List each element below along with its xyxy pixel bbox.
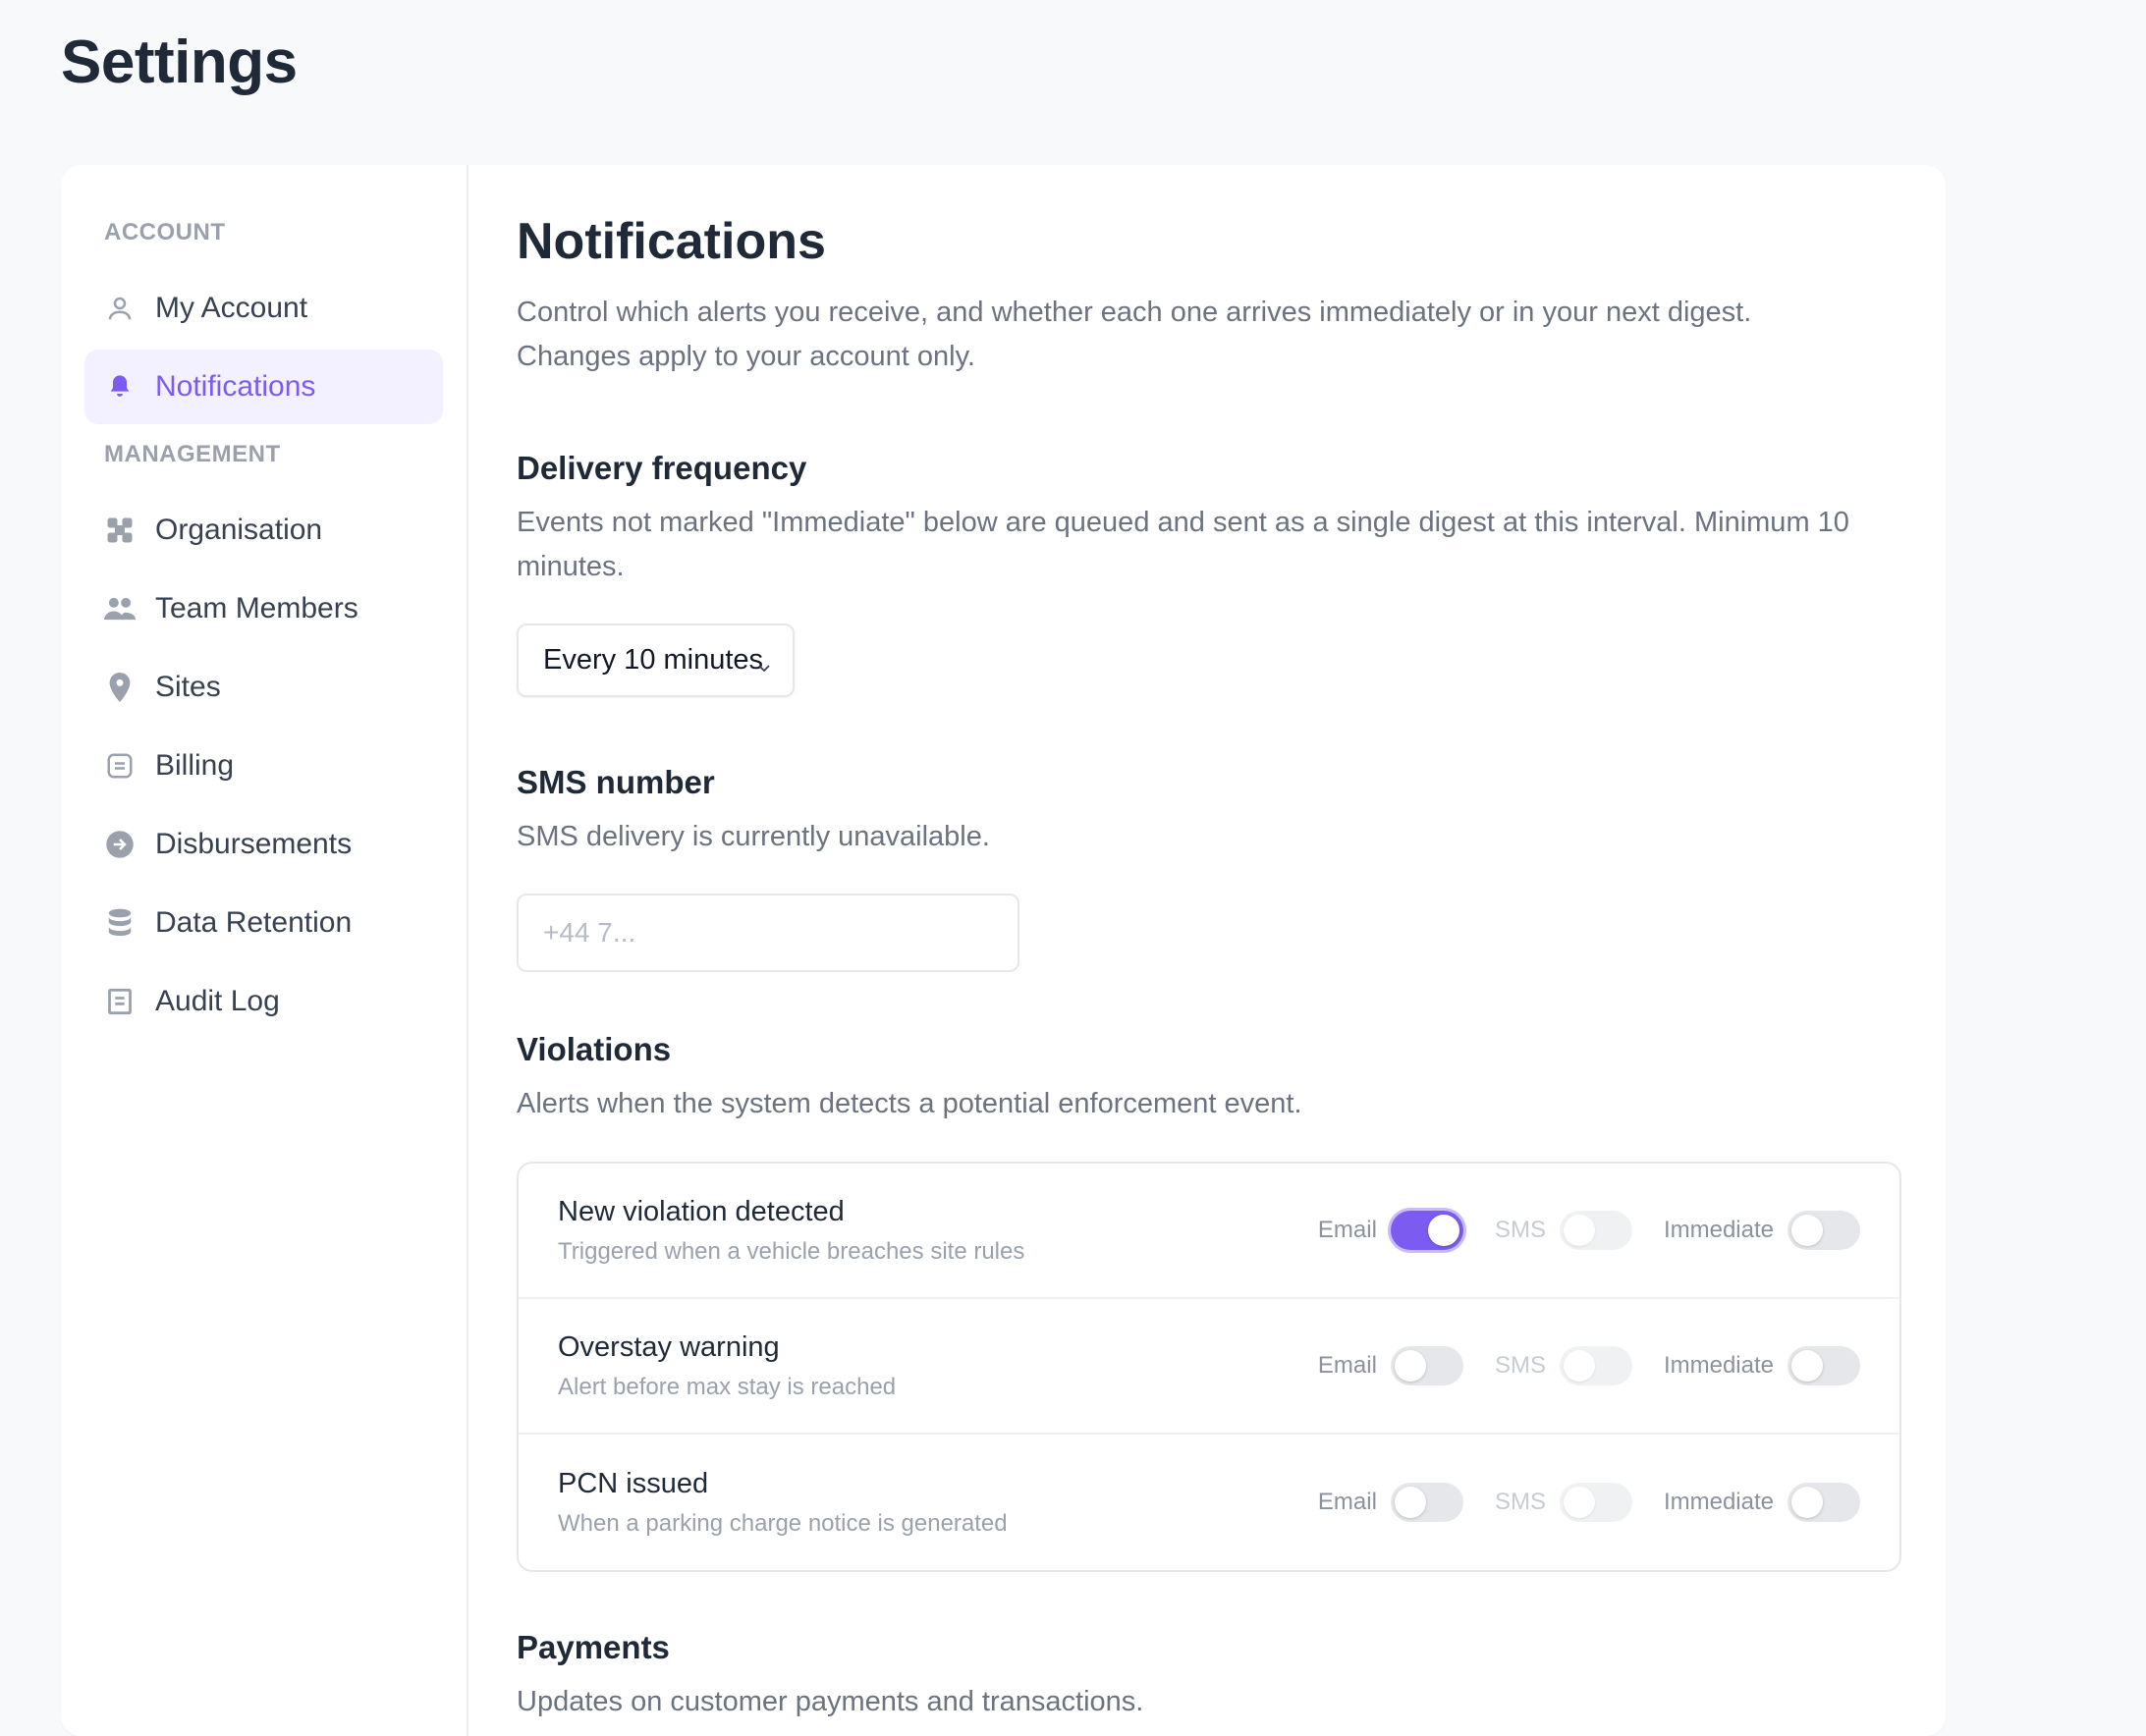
sms-number-description: SMS delivery is currently unavailable.	[517, 821, 990, 852]
arrow-circle-icon	[104, 829, 136, 860]
row-title: PCN issued	[558, 1467, 709, 1499]
document-icon	[104, 986, 136, 1017]
organisation-icon	[104, 515, 136, 546]
settings-sidebar: ACCOUNT My Account Notifications MANAGEM…	[61, 165, 468, 1736]
sms-toggle[interactable]	[1559, 1483, 1632, 1522]
table-row: PCN issued When a parking charge notice …	[519, 1435, 1899, 1570]
sms-toggle-label: SMS	[1494, 1489, 1546, 1515]
email-toggle[interactable]	[1390, 1346, 1463, 1385]
settings-card: ACCOUNT My Account Notifications MANAGEM…	[61, 165, 1946, 1736]
violations-heading: Violations	[517, 1031, 672, 1067]
sms-toggle[interactable]	[1559, 1346, 1632, 1385]
intro-text-line-1: Control which alerts you receive, and wh…	[517, 297, 1752, 328]
row-description: Triggered when a vehicle breaches site r…	[558, 1237, 1025, 1265]
sms-number-heading: SMS number	[517, 764, 715, 800]
sidebar-item-label: Organisation	[155, 514, 323, 546]
delivery-frequency-select[interactable]: Every 10 minutes	[517, 624, 795, 697]
violations-description: Alerts when the system detects a potenti…	[517, 1088, 1302, 1119]
sidebar-item-data-retention[interactable]: Data Retention	[84, 886, 443, 960]
immediate-toggle-label: Immediate	[1663, 1352, 1774, 1379]
sidebar-item-disbursements[interactable]: Disbursements	[84, 807, 443, 882]
sidebar-item-label: Sites	[155, 671, 221, 703]
sidebar-item-organisation[interactable]: Organisation	[84, 493, 443, 568]
sms-number-section: SMS number SMS delivery is currently una…	[517, 764, 1911, 972]
violations-section: Violations Alerts when the system detect…	[517, 1031, 1911, 1572]
email-toggle-label: Email	[1317, 1352, 1377, 1379]
billing-icon	[104, 750, 136, 782]
chevron-down-icon	[757, 650, 771, 673]
payments-description: Updates on customer payments and transac…	[517, 1686, 1144, 1717]
sidebar-item-notifications[interactable]: Notifications	[84, 350, 443, 424]
email-toggle[interactable]	[1390, 1483, 1463, 1522]
row-description: Alert before max stay is reached	[558, 1373, 897, 1400]
table-row: New violation detected Triggered when a …	[519, 1164, 1899, 1299]
sms-number-input[interactable]	[517, 894, 1019, 972]
email-toggle[interactable]	[1390, 1211, 1463, 1250]
sidebar-item-team-members[interactable]: Team Members	[84, 571, 443, 646]
delivery-frequency-heading: Delivery frequency	[517, 450, 807, 486]
sidebar-item-audit-log[interactable]: Audit Log	[84, 964, 443, 1039]
immediate-toggle-label: Immediate	[1663, 1217, 1774, 1243]
sms-toggle-label: SMS	[1494, 1352, 1546, 1379]
section-title: Notifications	[517, 213, 826, 270]
sidebar-item-label: Data Retention	[155, 906, 353, 939]
page-title: Settings	[61, 28, 298, 96]
row-title: Overstay warning	[558, 1330, 780, 1363]
email-toggle-label: Email	[1317, 1217, 1377, 1243]
immediate-toggle-label: Immediate	[1663, 1489, 1774, 1515]
sidebar-item-label: Team Members	[155, 592, 358, 624]
row-description: When a parking charge notice is generate…	[558, 1509, 1008, 1537]
violations-table: New violation detected Triggered when a …	[517, 1162, 1901, 1572]
bell-icon	[104, 371, 136, 403]
immediate-toggle[interactable]	[1788, 1483, 1860, 1522]
delivery-frequency-value: Every 10 minutes	[543, 644, 764, 676]
section-label-management: MANAGEMENT	[104, 441, 281, 467]
immediate-toggle[interactable]	[1788, 1211, 1860, 1250]
sidebar-item-label: Billing	[155, 749, 235, 782]
sms-toggle-label: SMS	[1494, 1217, 1546, 1243]
sidebar-item-label: Disbursements	[155, 828, 353, 860]
payments-heading: Payments	[517, 1629, 670, 1665]
row-title: New violation detected	[558, 1195, 845, 1227]
sms-toggle[interactable]	[1559, 1211, 1632, 1250]
payments-section: Payments Updates on customer payments an…	[517, 1629, 1911, 1724]
section-label-account: ACCOUNT	[104, 219, 226, 245]
sidebar-item-billing[interactable]: Billing	[84, 729, 443, 803]
email-toggle-label: Email	[1317, 1489, 1377, 1515]
sidebar-item-my-account[interactable]: My Account	[84, 271, 443, 346]
location-pin-icon	[104, 672, 136, 703]
intro-text-line-2: Changes apply to your account only.	[517, 341, 975, 372]
immediate-toggle[interactable]	[1788, 1346, 1860, 1385]
table-row: Overstay warning Alert before max stay i…	[519, 1299, 1899, 1435]
sidebar-item-label: Notifications	[155, 370, 316, 403]
delivery-frequency-section: Delivery frequency Events not marked "Im…	[517, 450, 1911, 697]
notifications-panel: Notifications Control which alerts you r…	[468, 165, 1946, 1736]
sidebar-item-sites[interactable]: Sites	[84, 650, 443, 725]
sidebar-item-label: Audit Log	[155, 985, 280, 1017]
delivery-frequency-description: Events not marked "Immediate" below are …	[517, 507, 1849, 582]
sidebar-item-label: My Account	[155, 292, 308, 324]
user-icon	[104, 293, 136, 324]
database-icon	[104, 907, 136, 939]
team-icon	[104, 593, 136, 624]
